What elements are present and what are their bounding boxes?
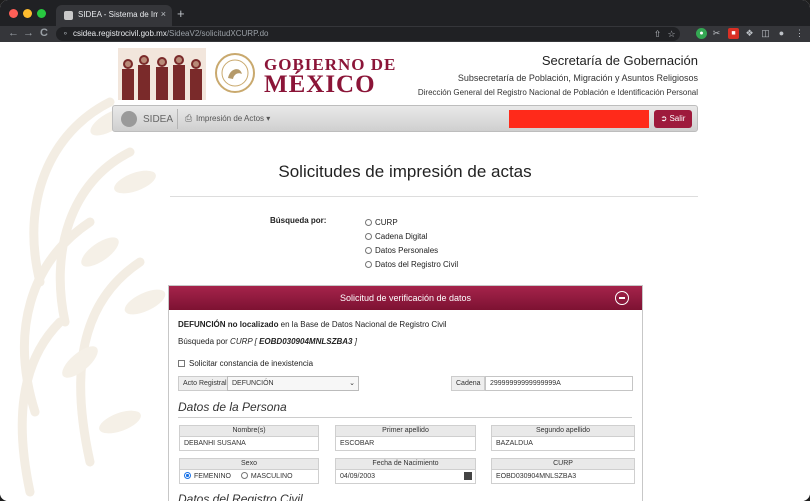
radio-curp-label: CURP <box>375 218 398 227</box>
not-found-rest: en la Base de Datos Nacional de Registro… <box>278 320 447 329</box>
star-icon[interactable]: ☆ <box>666 29 677 40</box>
radio-cadena-digital[interactable]: Cadena Digital <box>365 232 427 241</box>
title-bar: SIDEA - Sistema de Impresión × + <box>0 0 810 26</box>
segundo-apellido-input[interactable]: BAZALDUA <box>491 436 635 451</box>
subsecretaria-text: Subsecretaría de Población, Migración y … <box>457 73 698 83</box>
page-header: GOBIERNO DE MÉXICO Secretaría de Goberna… <box>118 42 700 104</box>
salir-label: Salir <box>669 114 686 123</box>
tab-title: SIDEA - Sistema de Impresión <box>78 10 158 19</box>
nombre-input[interactable]: DEBANHI SUSANA <box>179 436 319 451</box>
url-path: /SideaV2/solicitudXCURP.do <box>166 29 269 38</box>
national-seal-icon <box>215 53 255 93</box>
acto-registral-value: DEFUNCIÓN <box>232 380 274 387</box>
fecha-nacimiento-input[interactable]: 04/09/2003 <box>335 469 476 484</box>
not-found-message: DEFUNCIÓN no localizado en la Base de Da… <box>178 320 447 329</box>
logout-icon: ➲ <box>660 114 668 123</box>
close-window-button[interactable] <box>9 9 18 18</box>
radio-cadena-label: Cadena Digital <box>375 232 428 241</box>
panel-title: Solicitud de verificación de datos <box>339 293 472 303</box>
profile-icon[interactable]: ● <box>776 28 787 39</box>
puzzle-icon[interactable]: ❖ <box>744 28 755 39</box>
section-divider <box>178 417 632 418</box>
datos-registro-heading: Datos del Registro Civil <box>178 492 303 501</box>
impresion-menu[interactable]: Impresión de Actos ▾ <box>196 114 270 123</box>
search-summary-suffix: ] <box>352 337 357 346</box>
search-summary-type: CURP [ <box>230 337 260 346</box>
page-content: GOBIERNO DE MÉXICO Secretaría de Goberna… <box>0 42 810 501</box>
printer-icon: ⎙ <box>185 113 193 123</box>
back-button[interactable]: ← <box>8 27 19 39</box>
radio-datos-registro[interactable]: Datos del Registro Civil <box>365 260 458 269</box>
new-tab-button[interactable]: + <box>177 6 185 21</box>
more-icon[interactable]: ⋮ <box>794 28 805 39</box>
collapse-minus-icon[interactable] <box>615 291 629 305</box>
address-bar[interactable]: ⚬ csidea.registrocivil.gob.mx/SideaV2/so… <box>56 27 680 41</box>
title-divider <box>170 196 698 197</box>
url-host: csidea.registrocivil.gob.mx <box>73 29 167 38</box>
panel-header: Solicitud de verificación de datos <box>169 286 642 310</box>
search-summary-prefix: Búsqueda por <box>178 337 231 346</box>
forward-button[interactable]: → <box>23 27 34 39</box>
constancia-checkbox-row[interactable]: Solicitar constancia de inexistencia <box>178 359 313 368</box>
radio-datos-personales-label: Datos Personales <box>375 246 439 255</box>
sidea-logo-icon <box>121 111 137 127</box>
browser-toolbar: ← → C ⚬ csidea.registrocivil.gob.mx/Side… <box>0 26 810 42</box>
radio-cadena-circle[interactable] <box>365 233 372 240</box>
salir-button[interactable]: ➲ Salir <box>654 110 692 128</box>
select-caret-icon: ⌄ <box>349 380 355 387</box>
direccion-text: Dirección General del Registro Nacional … <box>417 88 698 97</box>
not-found-bold: DEFUNCIÓN no localizado <box>178 320 279 329</box>
sexo-femenino-radio[interactable] <box>184 472 191 479</box>
sexo-masculino-radio[interactable] <box>240 472 248 479</box>
search-by-label: Búsqueda por: <box>270 216 327 225</box>
sexo-radio-group: FEMENINO MASCULINO <box>179 469 319 484</box>
gobierno-logo-line2: MÉXICO <box>264 71 376 98</box>
constancia-checkbox[interactable] <box>178 360 185 367</box>
constancia-label: Solicitar constancia de inexistencia <box>189 359 314 368</box>
chevron-down-icon: ▾ <box>266 114 271 123</box>
browser-window: SIDEA - Sistema de Impresión × + ← → C ⚬… <box>0 0 810 501</box>
maximize-window-button[interactable] <box>37 9 46 18</box>
extension-green-icon[interactable]: ● <box>696 28 707 39</box>
share-icon[interactable]: ⇧ <box>652 29 663 40</box>
scissors-icon[interactable]: ✂ <box>711 28 722 39</box>
search-summary-value: EOBD030904MNLSZBA3 <box>259 337 353 346</box>
url-text: csidea.registrocivil.gob.mx/SideaV2/soli… <box>73 29 269 38</box>
sidebar-icon[interactable]: ◫ <box>760 28 771 39</box>
acto-registral-select[interactable]: DEFUNCIÓN ⌄ <box>227 376 359 391</box>
calendar-icon[interactable] <box>464 472 472 480</box>
tab-close-icon[interactable]: × <box>161 9 166 19</box>
cadena-label: Cadena <box>451 376 485 391</box>
radio-curp-circle[interactable] <box>365 219 372 226</box>
verification-panel: Solicitud de verificación de datos DEFUN… <box>168 285 643 501</box>
datos-persona-heading: Datos de la Persona <box>178 400 287 414</box>
radio-datos-personales-circle[interactable] <box>365 247 372 254</box>
app-navbar: SIDEA ⎙ Impresión de Actos ▾ ➲ Salir <box>112 105 698 132</box>
radio-curp[interactable]: CURP <box>365 218 398 227</box>
browser-tab[interactable]: SIDEA - Sistema de Impresión × <box>56 5 172 26</box>
fecha-nacimiento-value: 04/09/2003 <box>340 473 376 480</box>
reload-button[interactable]: C <box>40 27 48 39</box>
heroes-illustration-icon <box>118 48 206 100</box>
search-summary: Búsqueda por CURP [ EOBD030904MNLSZBA3 ] <box>178 337 357 346</box>
minimize-window-button[interactable] <box>23 9 32 18</box>
acto-registral-label: Acto Registral <box>178 376 228 391</box>
sexo-masculino-label: MASCULINO <box>250 473 293 480</box>
sexo-femenino-label: FEMENINO <box>194 473 231 480</box>
redacted-user-info <box>509 110 649 128</box>
extension-red-icon[interactable]: ■ <box>728 28 739 39</box>
curp-input[interactable]: EOBD030904MNLSZBA3 <box>491 469 635 484</box>
page-title: Solicitudes de impresión de actas <box>278 162 532 181</box>
lock-icon: ⚬ <box>62 29 69 38</box>
tab-favicon-icon <box>64 11 73 20</box>
radio-datos-personales[interactable]: Datos Personales <box>365 246 438 255</box>
impresion-menu-label: Impresión de Actos <box>196 114 265 123</box>
cadena-input[interactable]: 29999999999999999A <box>485 376 633 391</box>
radio-datos-registro-label: Datos del Registro Civil <box>375 260 459 269</box>
primer-apellido-input[interactable]: ESCOBAR <box>335 436 476 451</box>
app-brand[interactable]: SIDEA <box>143 114 173 125</box>
radio-datos-registro-circle[interactable] <box>365 261 372 268</box>
secretaria-title: Secretaría de Gobernación <box>541 53 698 68</box>
navbar-divider <box>177 109 178 129</box>
